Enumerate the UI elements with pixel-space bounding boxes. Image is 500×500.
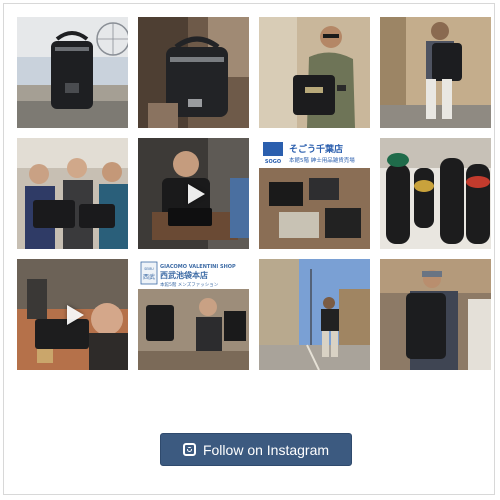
video-play-icon bbox=[66, 304, 84, 325]
seibu-subtitle: 本館5階 メンズファッション bbox=[160, 281, 219, 288]
leather-backpack-photo bbox=[138, 17, 249, 128]
seibu-logo-line1: SEIBU bbox=[144, 267, 154, 271]
instagram-feed-widget: SOGO そごう千葉店 本館5階 紳士用品雑貨売場 SEIBU 西武 GIACO… bbox=[3, 3, 495, 495]
instagram-icon bbox=[182, 442, 196, 456]
sogo-logo-text: SOGO bbox=[265, 159, 281, 165]
feed-tile-1[interactable] bbox=[17, 17, 128, 128]
feed-tile-6[interactable] bbox=[138, 138, 249, 249]
feed-tile-9[interactable] bbox=[17, 259, 128, 370]
group-photo bbox=[17, 138, 128, 249]
sogo-subtitle: 本館5階 紳士用品雑貨売場 bbox=[289, 156, 355, 164]
store-display-photo: SOGO そごう千葉店 本館5階 紳士用品雑貨売場 bbox=[259, 138, 370, 249]
feed-tile-8[interactable] bbox=[380, 138, 491, 249]
seibu-logo-line2: 西武 bbox=[143, 273, 155, 281]
video-play-icon bbox=[187, 183, 205, 204]
follow-button-label: Follow on Instagram bbox=[202, 441, 330, 458]
seibu-shop-title: GIACOMO VALENTINI SHOP bbox=[160, 264, 236, 270]
man-with-bag-photo bbox=[259, 17, 370, 128]
follow-on-instagram-button[interactable]: Follow on Instagram bbox=[160, 433, 352, 466]
shop-backpack-photo bbox=[380, 259, 491, 370]
photo-grid: SOGO そごう千葉店 本館5階 紳士用品雑貨売場 SEIBU 西武 GIACO… bbox=[17, 17, 491, 371]
seibu-store-name: 西武池袋本店 bbox=[160, 270, 208, 280]
man-wearing-backpack-photo bbox=[380, 17, 491, 128]
shop-interior-photo: SEIBU 西武 GIACOMO VALENTINI SHOP 西武池袋本店 本… bbox=[138, 259, 249, 370]
feed-tile-4[interactable] bbox=[380, 17, 491, 128]
feed-tile-3[interactable] bbox=[259, 17, 370, 128]
feed-tile-7[interactable]: SOGO そごう千葉店 本館5階 紳士用品雑貨売場 bbox=[259, 138, 370, 249]
street-photo bbox=[259, 259, 370, 370]
feed-tile-11[interactable] bbox=[259, 259, 370, 370]
backpack-photo bbox=[17, 17, 128, 128]
feed-tile-5[interactable] bbox=[17, 138, 128, 249]
sogo-store-name: そごう千葉店 bbox=[289, 143, 343, 155]
feed-tile-10[interactable]: SEIBU 西武 GIACOMO VALENTINI SHOP 西武池袋本店 本… bbox=[138, 259, 249, 370]
mannequin-display-photo bbox=[380, 138, 491, 249]
feed-tile-12[interactable] bbox=[380, 259, 491, 370]
feed-tile-2[interactable] bbox=[138, 17, 249, 128]
